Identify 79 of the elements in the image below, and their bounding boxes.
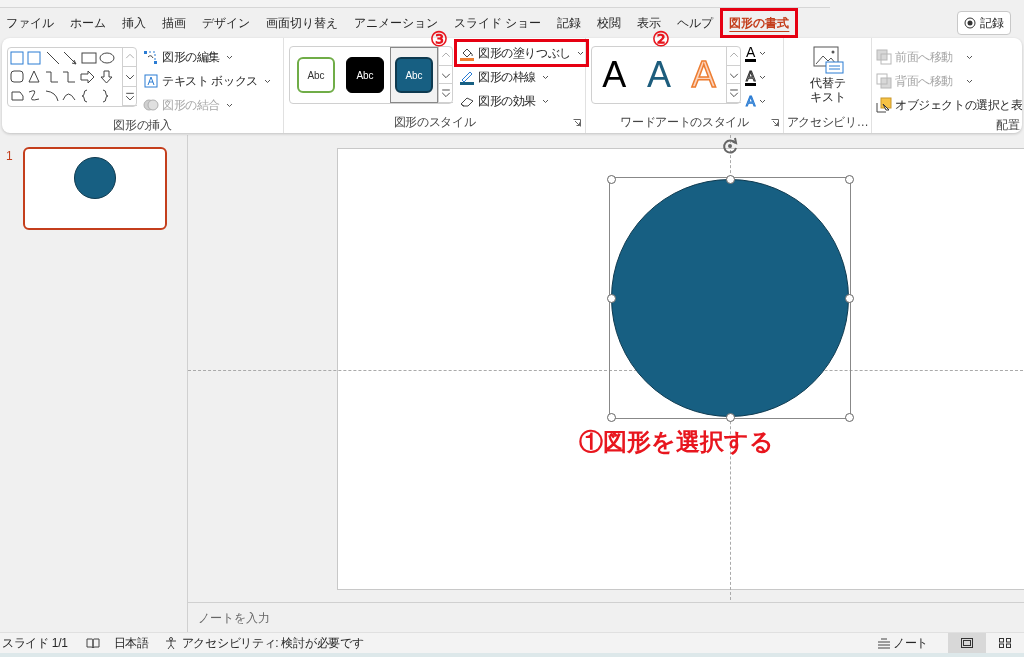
- resize-handle[interactable]: [607, 294, 616, 303]
- caret-icon: [966, 78, 973, 84]
- book-check-icon[interactable]: [85, 637, 100, 649]
- selection-pane-icon: [876, 97, 892, 113]
- slide-number: 1: [6, 148, 13, 165]
- ribbon-command[interactable]: 図形の塗りつぶし: [457, 42, 586, 64]
- group-label: 図形のスタイル: [392, 114, 477, 131]
- ribbon-command[interactable]: オブジェクトの選択と表: [874, 94, 1022, 116]
- language-button[interactable]: 日本語: [113, 634, 149, 652]
- group-label: アクセシビリ…: [786, 114, 869, 131]
- resize-handle[interactable]: [607, 413, 616, 422]
- ribbon-tab[interactable]: ヘルプ: [671, 11, 720, 35]
- caret-icon: [576, 50, 584, 56]
- text-tool-letter[interactable]: A: [745, 68, 757, 86]
- caret-icon: [226, 54, 233, 60]
- caret-icon: [542, 74, 549, 80]
- caret-icon: [759, 98, 767, 104]
- resize-handle[interactable]: [845, 413, 854, 422]
- record-button[interactable]: 記録: [957, 11, 1011, 35]
- normal-view-icon: [960, 637, 974, 649]
- ribbon-tab[interactable]: 挿入: [116, 11, 152, 35]
- caret-icon: [759, 74, 767, 80]
- wordart-preset[interactable]: A: [602, 57, 627, 93]
- accessibility-icon: [164, 636, 178, 650]
- ribbon-tab[interactable]: スライド ショー: [448, 11, 548, 35]
- style-preset[interactable]: Abc: [297, 57, 335, 93]
- rotate-handle-icon[interactable]: [721, 137, 739, 155]
- notes-button[interactable]: ノート: [876, 634, 928, 652]
- caret-icon: [263, 78, 271, 84]
- caret-icon: [966, 54, 973, 60]
- send-backward-icon: [876, 73, 892, 89]
- record-icon: [964, 17, 976, 29]
- dialog-launcher-icon[interactable]: [573, 119, 581, 127]
- ribbon-command[interactable]: 図形の編集: [141, 46, 273, 68]
- group-label: 図形の挿入: [112, 117, 173, 133]
- group-label: 配置: [995, 117, 1021, 133]
- annotation-text: ①図形を選択する: [579, 427, 774, 457]
- notes-lines-icon: [876, 637, 891, 649]
- ribbon-tab[interactable]: 画面切り替え: [260, 11, 344, 35]
- accessibility-button[interactable]: アクセシビリティ: 検討が必要です: [164, 634, 364, 652]
- notes-placeholder[interactable]: ノートを入力: [198, 608, 270, 627]
- ribbon-tab[interactable]: 記録: [551, 11, 588, 35]
- wordart-preset[interactable]: A: [646, 57, 671, 93]
- step-number: ②: [652, 29, 670, 49]
- style-preset[interactable]: Abc: [346, 57, 384, 93]
- caret-icon: [542, 98, 549, 104]
- ribbon-tab[interactable]: 描画: [156, 11, 192, 35]
- resize-handle[interactable]: [726, 175, 735, 184]
- ribbon-tab[interactable]: 校閲: [591, 11, 628, 35]
- resize-handle[interactable]: [726, 413, 735, 422]
- ribbon-tab[interactable]: デザイン: [196, 11, 256, 35]
- text-box-icon: [143, 73, 159, 89]
- bring-forward-icon: [876, 49, 892, 65]
- merge-shapes-icon: [143, 97, 159, 113]
- ribbon-command[interactable]: 図形の効果: [457, 90, 586, 112]
- group-label: ワードアートのスタイル: [619, 114, 750, 131]
- text-tool-letter[interactable]: A: [745, 94, 757, 108]
- caret-icon: [226, 102, 233, 108]
- ribbon-command[interactable]: テキスト ボックス: [141, 70, 273, 92]
- caret-icon: [759, 50, 767, 56]
- step-number: ③: [430, 29, 448, 49]
- ribbon-command[interactable]: 図形の枠線: [457, 66, 586, 88]
- image-alt-icon: [811, 44, 844, 74]
- resize-handle[interactable]: [845, 175, 854, 184]
- text-tool-letter[interactable]: A: [745, 44, 757, 62]
- view-button[interactable]: [948, 632, 986, 654]
- slide-sorter-icon: [998, 637, 1012, 649]
- ribbon-tab[interactable]: ホーム: [64, 11, 112, 35]
- resize-handle[interactable]: [845, 294, 854, 303]
- resize-handle[interactable]: [607, 175, 616, 184]
- pen-outline-icon: [459, 69, 475, 85]
- ribbon-tab[interactable]: ファイル: [0, 11, 60, 35]
- dialog-launcher-icon[interactable]: [771, 119, 779, 127]
- style-preset[interactable]: Abc: [395, 57, 433, 93]
- slide-thumbnail[interactable]: [22, 147, 167, 230]
- alt-text-button[interactable]: 代替テキスト: [809, 44, 846, 113]
- ribbon-tab[interactable]: 図形の書式: [723, 11, 796, 35]
- slide-counter: スライド 1/1: [1, 635, 68, 652]
- edit-shape-icon: [143, 49, 159, 65]
